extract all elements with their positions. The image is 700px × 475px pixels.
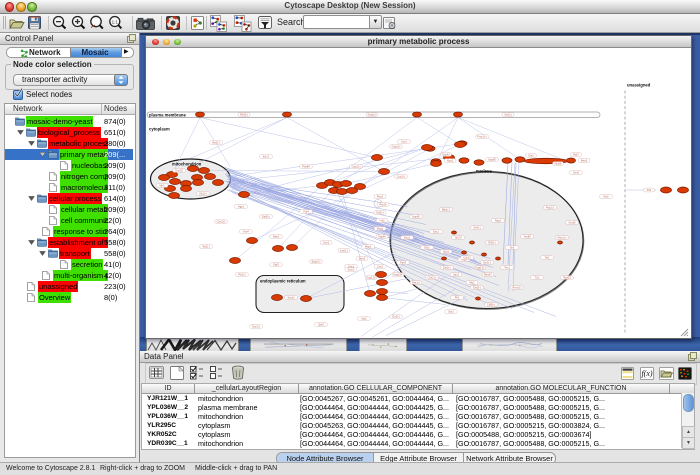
svg-text:Mir1: Mir1 — [159, 184, 165, 188]
svg-text:Kap104: Kap104 — [394, 273, 404, 277]
svg-text:Nup60: Nup60 — [412, 215, 420, 219]
svg-text:Kap123: Kap123 — [476, 266, 486, 270]
svg-text:Fur4: Fur4 — [243, 230, 249, 234]
svg-text:Crm1: Crm1 — [323, 241, 330, 245]
svg-text:Esc1: Esc1 — [433, 230, 439, 234]
svg-text:Dal5: Dal5 — [273, 263, 279, 267]
svg-text:f(x): f(x) — [641, 369, 652, 378]
svg-text:Put4: Put4 — [303, 210, 309, 214]
svg-text:Mex67: Mex67 — [484, 273, 492, 277]
svg-text:Atx2: Atx2 — [603, 195, 609, 199]
svg-text:Sac3: Sac3 — [453, 273, 459, 277]
svg-text:Sfc1(-): Sfc1(-) — [199, 192, 207, 196]
svg-text:Pse1(-): Pse1(-) — [412, 281, 421, 285]
svg-text:Mlp1(-): Mlp1(-) — [442, 208, 450, 212]
svg-text:Rap1: Rap1 — [495, 219, 502, 223]
svg-text:Kap60: Kap60 — [378, 235, 386, 239]
svg-text:Nic96: Nic96 — [555, 162, 562, 166]
svg-text:Pmc1(-): Pmc1(-) — [477, 135, 486, 139]
svg-text:Smf1: Smf1 — [573, 171, 580, 175]
svg-text:Cbf5(-): Cbf5(-) — [487, 303, 495, 307]
svg-text:Pdr5(-): Pdr5(-) — [240, 113, 248, 117]
svg-text:mitochondrion: mitochondrion — [172, 162, 202, 167]
svg-text:Nup2: Nup2 — [443, 250, 450, 254]
svg-text:Tat2(-): Tat2(-) — [202, 245, 210, 249]
svg-text:Tel1: Tel1 — [545, 256, 550, 260]
svg-text:Yku70: Yku70 — [454, 236, 462, 240]
svg-text:Agp1: Agp1 — [238, 205, 245, 209]
svg-text:Kap95: Kap95 — [488, 158, 496, 162]
svg-text:Ptr2(-): Ptr2(-) — [238, 273, 245, 277]
svg-text:Can1(-): Can1(-) — [217, 220, 226, 224]
svg-text:Mog1: Mog1 — [377, 227, 384, 231]
svg-text:Gle1: Gle1 — [528, 154, 534, 158]
svg-text:Cse1: Cse1 — [377, 265, 384, 269]
svg-text:Vcx1: Vcx1 — [401, 140, 407, 144]
svg-text:Kap120: Kap120 — [367, 276, 377, 280]
svg-text:Rif2(-): Rif2(-) — [488, 241, 495, 245]
svg-text:Gar1: Gar1 — [448, 310, 454, 314]
svg-text:Est3(-): Est3(-) — [473, 286, 481, 290]
svg-text:Sir4(-): Sir4(-) — [473, 226, 480, 230]
svg-text:Dun1: Dun1 — [404, 236, 411, 240]
svg-text:Rad53: Rad53 — [563, 276, 571, 280]
svg-text:Rrm3(-): Rrm3(-) — [513, 286, 522, 290]
svg-text:Gap1(-): Gap1(-) — [352, 165, 361, 169]
svg-text:Msn5: Msn5 — [359, 257, 366, 261]
svg-text:Est2: Est2 — [424, 246, 430, 250]
svg-text:Chk1(-): Chk1(-) — [428, 276, 437, 280]
svg-text:Rna1: Rna1 — [377, 195, 384, 199]
svg-text:Cdc13: Cdc13 — [463, 256, 471, 260]
svg-text:Yku80: Yku80 — [523, 235, 531, 239]
svg-text:Yor1(-): Yor1(-) — [504, 113, 512, 117]
svg-text:Bap2(-): Bap2(-) — [312, 260, 321, 264]
svg-text:Sir3: Sir3 — [510, 246, 515, 250]
svg-text:Msn5: Msn5 — [581, 159, 588, 163]
svg-text:Nmd5: Nmd5 — [569, 221, 576, 225]
svg-text:Yrb1: Yrb1 — [379, 219, 385, 223]
svg-text:unassigned: unassigned — [627, 83, 651, 88]
svg-text:Prp20: Prp20 — [380, 203, 387, 207]
svg-text:Tlc1: Tlc1 — [535, 276, 540, 280]
svg-text:Mtr2: Mtr2 — [469, 281, 475, 285]
svg-text:plasma membrane: plasma membrane — [149, 113, 186, 118]
svg-text:Tpo1(-): Tpo1(-) — [252, 325, 261, 329]
svg-text:Dip5(-): Dip5(-) — [262, 215, 270, 219]
svg-text:Aqr1: Aqr1 — [361, 317, 367, 321]
svg-text:Ntf2(-): Ntf2(-) — [376, 211, 383, 215]
svg-text:1:1: 1:1 — [112, 19, 119, 24]
svg-text:Flr1: Flr1 — [647, 188, 652, 192]
svg-text:Mec1(-): Mec1(-) — [558, 236, 567, 240]
svg-text:Rat7: Rat7 — [573, 153, 579, 157]
svg-text:Los1(-): Los1(-) — [340, 249, 348, 253]
svg-text:Mup1: Mup1 — [365, 245, 372, 249]
svg-text:Qdr2: Qdr2 — [318, 323, 324, 327]
svg-text:Mep2: Mep2 — [273, 235, 280, 239]
svg-text:nucleus: nucleus — [476, 169, 492, 174]
svg-text:Pif1: Pif1 — [455, 296, 460, 300]
svg-text:Sec61: Sec61 — [287, 296, 295, 300]
svg-text:Psy2(-): Psy2(-) — [546, 206, 554, 210]
svg-text:Tom20: Tom20 — [175, 169, 183, 173]
svg-text:Dtr1(-): Dtr1(-) — [392, 315, 400, 319]
svg-text:Itr1(-): Itr1(-) — [263, 155, 269, 159]
svg-text:Pph3: Pph3 — [400, 261, 407, 265]
svg-text:Ccc2(-): Ccc2(-) — [397, 175, 406, 179]
svg-text:Est1(-): Est1(-) — [443, 266, 451, 270]
svg-text:Snq2(-): Snq2(-) — [368, 113, 377, 117]
svg-text:Pho84: Pho84 — [302, 165, 310, 169]
svg-text:Hxt1(-): Hxt1(-) — [212, 141, 220, 145]
svg-text:Gsp1(-): Gsp1(-) — [392, 145, 401, 149]
svg-text:endoplasmic reticulum: endoplasmic reticulum — [260, 279, 306, 284]
svg-text:Sxm1: Sxm1 — [348, 268, 355, 272]
svg-text:Ten1: Ten1 — [504, 266, 510, 270]
svg-text:Nup1: Nup1 — [447, 159, 454, 163]
svg-text:cytoplasm: cytoplasm — [149, 127, 170, 132]
svg-text:Stn1(-): Stn1(-) — [483, 261, 491, 265]
svg-text:Nup42: Nup42 — [442, 153, 450, 157]
